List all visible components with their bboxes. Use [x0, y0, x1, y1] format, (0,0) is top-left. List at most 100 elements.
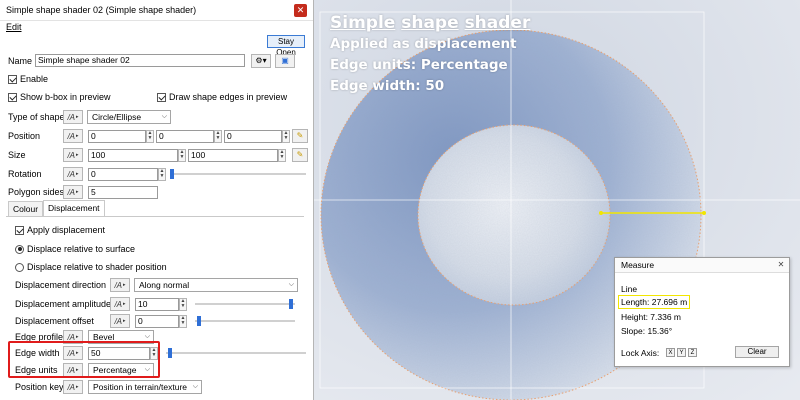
- measure-start-point[interactable]: [599, 211, 603, 215]
- position-y-stepper[interactable]: ▲ ▼: [214, 129, 222, 143]
- pick-icon[interactable]: ✎: [292, 129, 308, 143]
- animate-icon[interactable]: /A ▸: [63, 185, 83, 199]
- size-x-stepper[interactable]: ▲ ▼: [178, 148, 186, 162]
- position-x-stepper[interactable]: ▲ ▼: [146, 129, 154, 143]
- tab-bar: Colour Displacement: [8, 200, 105, 216]
- amplitude-slider[interactable]: [195, 299, 295, 309]
- lock-axis-y-button[interactable]: Y: [677, 348, 686, 357]
- offset-field[interactable]: 0: [135, 314, 179, 328]
- show-bbox-checkbox[interactable]: [8, 92, 17, 102]
- relative-surface-radio[interactable]: [15, 244, 24, 254]
- enable-checkbox[interactable]: [8, 74, 17, 84]
- offset-slider-thumb[interactable]: [197, 316, 201, 326]
- edge-width-slider-thumb[interactable]: [168, 348, 172, 358]
- edge-width-slider[interactable]: [166, 348, 306, 358]
- chevron-down-icon: ⌵: [288, 281, 294, 288]
- annotation-overlay: Simple shape shader Applied as displacem…: [330, 12, 530, 97]
- polygon-label: Polygon sides: [8, 187, 65, 197]
- relative-position-radio[interactable]: [15, 262, 24, 272]
- overlay-heading: Simple shape shader: [330, 12, 530, 34]
- tab-colour[interactable]: Colour: [8, 201, 44, 216]
- draw-edges-row[interactable]: Draw shape edges in preview: [157, 89, 287, 105]
- direction-label: Displacement direction: [15, 280, 107, 290]
- position-z-stepper[interactable]: ▲ ▼: [282, 129, 290, 143]
- menu-edit[interactable]: Edit: [6, 22, 22, 32]
- size-y-field[interactable]: 100: [188, 148, 278, 162]
- relative-surface-row[interactable]: Displace relative to surface: [15, 241, 135, 257]
- rotation-slider[interactable]: [170, 169, 306, 179]
- apply-displacement-row[interactable]: Apply displacement: [15, 222, 105, 238]
- polygon-field[interactable]: 5: [88, 185, 158, 199]
- animate-icon[interactable]: /A ▸: [63, 148, 83, 162]
- type-select[interactable]: Circle/Ellipse ⌵: [87, 110, 171, 124]
- measure-end-point[interactable]: [702, 211, 706, 215]
- overlay-line-1: Applied as displacement: [330, 36, 517, 52]
- type-row: Type of shape /A ▸ Circle/Ellipse ⌵: [0, 109, 313, 125]
- offset-stepper[interactable]: ▲ ▼: [179, 314, 187, 328]
- pick-icon[interactable]: ✎: [292, 148, 308, 162]
- direction-select-value: Along normal: [139, 280, 190, 290]
- rotation-slider-thumb[interactable]: [170, 169, 174, 179]
- close-icon[interactable]: ✕: [776, 260, 786, 270]
- enable-row[interactable]: Enable: [8, 71, 48, 87]
- position-key-select-value: Position in terrain/texture: [93, 382, 188, 392]
- close-icon[interactable]: ✕: [294, 3, 307, 17]
- animate-icon[interactable]: /A ▸: [110, 278, 130, 292]
- rotation-stepper[interactable]: ▲ ▼: [158, 167, 166, 181]
- stay-open-bar: Stay Open: [0, 35, 313, 57]
- amplitude-slider-thumb[interactable]: [289, 299, 293, 309]
- measure-section: Line: [621, 284, 638, 294]
- apply-displacement-label: Apply displacement: [27, 225, 106, 235]
- amplitude-field[interactable]: 10: [135, 297, 179, 311]
- overlay-line-3: Edge width: 50: [330, 78, 445, 94]
- position-key-select[interactable]: Position in terrain/texture ⌵: [88, 380, 202, 394]
- window-title: Simple shape shader 02 (Simple shape sha…: [6, 5, 197, 15]
- animate-icon[interactable]: /A ▸: [63, 129, 83, 143]
- measure-length: Length: 27.696 m: [621, 297, 688, 307]
- animate-icon[interactable]: /A ▸: [63, 380, 83, 394]
- image-icon[interactable]: ▣: [275, 54, 295, 68]
- name-label: Name: [8, 56, 33, 66]
- inner-plateau-texture: [418, 125, 610, 305]
- amplitude-row: Displacement amplitude /A ▸ 10 ▲ ▼: [0, 296, 313, 312]
- draw-edges-checkbox[interactable]: [157, 92, 166, 102]
- edge-settings-highlight: [8, 341, 160, 378]
- lock-axis-x-button[interactable]: X: [666, 348, 675, 357]
- draw-edges-label: Draw shape edges in preview: [169, 92, 288, 102]
- overlay-line-2: Edge units: Percentage: [330, 57, 508, 73]
- apply-displacement-checkbox[interactable]: [15, 225, 24, 235]
- gear-icon[interactable]: ⚙▾: [251, 54, 271, 68]
- rotation-field[interactable]: 0: [88, 167, 158, 181]
- amplitude-label: Displacement amplitude: [15, 299, 112, 309]
- stay-open-button[interactable]: Stay Open: [267, 35, 305, 57]
- polygon-row: Polygon sides /A ▸ 5: [0, 184, 313, 200]
- position-y-field[interactable]: 0: [156, 129, 214, 143]
- offset-slider[interactable]: [195, 316, 295, 326]
- size-y-stepper[interactable]: ▲ ▼: [278, 148, 286, 162]
- relative-surface-label: Displace relative to surface: [27, 244, 136, 254]
- size-label: Size: [8, 150, 26, 160]
- size-x-field[interactable]: 100: [88, 148, 178, 162]
- show-bbox-row[interactable]: Show b-box in preview: [8, 89, 111, 105]
- rotation-label: Rotation: [8, 169, 42, 179]
- name-field[interactable]: Simple shape shader 02: [35, 54, 245, 67]
- tab-displacement[interactable]: Displacement: [43, 200, 105, 216]
- measure-panel: Measure ✕ Line Length: 27.696 m Height: …: [614, 257, 790, 367]
- animate-icon[interactable]: /A ▸: [110, 297, 130, 311]
- enable-label: Enable: [20, 74, 49, 84]
- clear-button[interactable]: Clear: [735, 346, 779, 358]
- overlay-heading-word: Simple: [330, 13, 396, 33]
- position-x-field[interactable]: 0: [88, 129, 146, 143]
- animate-icon[interactable]: /A ▸: [110, 314, 130, 328]
- amplitude-stepper[interactable]: ▲ ▼: [179, 297, 187, 311]
- animate-icon[interactable]: /A ▸: [63, 167, 83, 181]
- direction-select[interactable]: Along normal ⌵: [134, 278, 298, 292]
- animate-icon[interactable]: /A ▸: [63, 110, 83, 124]
- size-row: Size /A ▸ 100 ▲ ▼ 100 ▲ ▼ ✎: [0, 147, 313, 163]
- relative-position-row[interactable]: Displace relative to shader position: [15, 259, 167, 275]
- position-z-field[interactable]: 0: [224, 129, 282, 143]
- measure-slope: Slope: 15.36°: [621, 326, 673, 336]
- overlay-heading-word: shader: [464, 13, 531, 33]
- lock-axis-z-button[interactable]: Z: [688, 348, 697, 357]
- shader-dialog: Simple shape shader 02 (Simple shape sha…: [0, 0, 314, 400]
